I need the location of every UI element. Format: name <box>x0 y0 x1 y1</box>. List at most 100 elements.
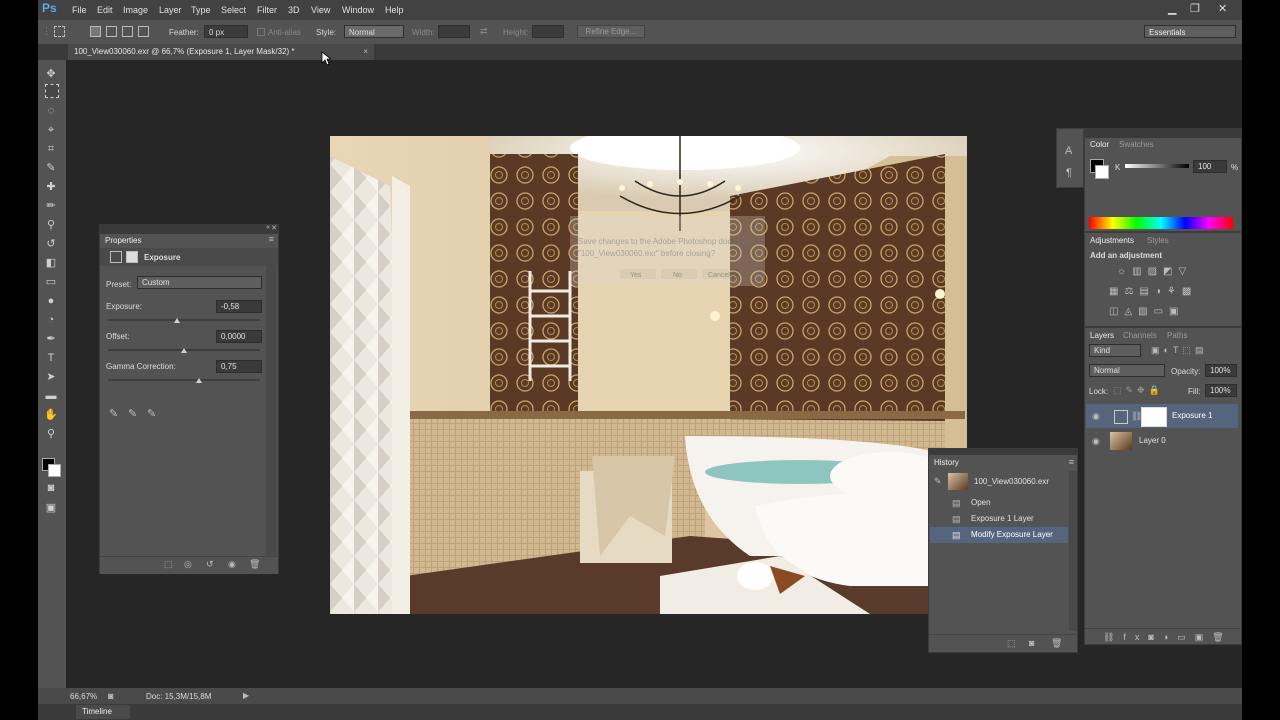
menu-help[interactable]: Help <box>385 5 404 15</box>
visibility-icon[interactable]: ◉ <box>228 559 236 570</box>
screen-mode-icon[interactable]: ▣ <box>43 500 59 516</box>
black-point-eyedropper-icon[interactable]: ✎ <box>109 407 118 420</box>
gamma-slider-thumb[interactable] <box>196 378 202 383</box>
history-item-exposure-layer[interactable]: ▤ Exposure 1 Layer <box>930 511 1068 527</box>
history-brush-icon[interactable]: ↺ <box>43 236 59 252</box>
tab-swatches[interactable]: Swatches <box>1119 138 1154 152</box>
adjustment-icons-row1[interactable]: ☼▥▨◩▽ <box>1117 266 1192 277</box>
layer-row-exposure[interactable]: ◉ ⛓ Exposure 1 <box>1086 404 1238 428</box>
paragraph-icon[interactable]: ¶ <box>1066 167 1072 179</box>
collapse-icon[interactable]: « <box>266 224 270 231</box>
layer-visibility-icon[interactable]: ◉ <box>1092 429 1100 453</box>
layer-visibility-icon[interactable]: ◉ <box>1092 404 1100 428</box>
minimize-icon[interactable]: ▁ <box>1168 2 1176 15</box>
mask-icon[interactable] <box>126 251 138 263</box>
tab-color[interactable]: Color <box>1085 138 1120 152</box>
opacity-input[interactable]: 100% <box>1205 364 1237 377</box>
dodge-tool-icon[interactable]: ◔ <box>43 312 59 328</box>
gray-point-eyedropper-icon[interactable]: ✎ <box>128 407 137 420</box>
crop-tool-icon[interactable]: ⌗ <box>43 141 59 157</box>
history-item-open[interactable]: ▤ Open <box>930 495 1068 511</box>
properties-panel-header[interactable]: « ✕ <box>100 224 278 234</box>
k-slider[interactable] <box>1125 164 1189 168</box>
menu-view[interactable]: View <box>311 5 330 15</box>
history-snapshot[interactable]: ✎ 100_View030060.exr <box>930 471 1068 493</box>
exposure-slider[interactable] <box>108 319 260 321</box>
height-input[interactable] <box>532 25 564 38</box>
menu-type[interactable]: Type <box>191 5 211 15</box>
menu-layer[interactable]: Layer <box>159 5 182 15</box>
clone-stamp-icon[interactable]: ⚲ <box>43 217 59 233</box>
history-item-modify-exposure[interactable]: ▤ Modify Exposure Layer <box>930 527 1068 543</box>
fill-input[interactable]: 100% <box>1205 384 1237 397</box>
tab-styles[interactable]: Styles <box>1147 234 1169 248</box>
tab-timeline[interactable]: Timeline <box>76 705 130 719</box>
tab-adjustments[interactable]: Adjustments <box>1085 234 1148 248</box>
gradient-tool-icon[interactable]: ▭ <box>43 274 59 290</box>
document-image[interactable]: Save changes to the Adobe Photoshop docu… <box>330 136 967 614</box>
layers-footer-icons[interactable]: ⛓fx◙◑▭▣🗑 <box>1085 628 1241 644</box>
restore-icon[interactable]: ❐ <box>1190 2 1200 15</box>
subtract-selection-icon[interactable] <box>122 26 133 37</box>
status-menu-arrow-icon[interactable]: ▶ <box>243 691 249 700</box>
clip-to-layer-icon[interactable]: ⬚ <box>164 559 173 570</box>
marquee-tool-preset-icon[interactable] <box>54 26 65 37</box>
snapshot-camera-icon[interactable]: ◙ <box>1029 638 1034 648</box>
intersect-selection-icon[interactable] <box>138 26 149 37</box>
delete-state-icon[interactable]: 🗑 <box>1051 638 1062 649</box>
status-info-icon[interactable]: ◙ <box>108 691 113 701</box>
layer-mask-thumbnail[interactable] <box>1141 407 1167 427</box>
workspace-select[interactable]: Essentials <box>1144 25 1236 38</box>
menu-edit[interactable]: Edit <box>97 5 113 15</box>
history-menu-icon[interactable]: ≡ <box>1069 457 1074 467</box>
swap-icon[interactable]: ⇄ <box>480 26 488 37</box>
quick-mask-icon[interactable]: ◙ <box>43 480 59 496</box>
color-spectrum[interactable] <box>1089 217 1233 229</box>
history-panel-header[interactable] <box>929 449 1077 455</box>
tab-layers[interactable]: Layers <box>1085 329 1124 343</box>
tab-channels[interactable]: Channels <box>1123 329 1157 343</box>
lock-icons[interactable]: ⬚✎✥🔒 <box>1113 385 1164 396</box>
layer-filter-kind[interactable]: Kind <box>1089 344 1141 357</box>
properties-scrollbar[interactable] <box>266 266 277 556</box>
tab-history[interactable]: History <box>929 456 970 470</box>
new-document-from-state-icon[interactable]: ⬚ <box>1007 638 1016 649</box>
tab-properties[interactable]: Properties <box>100 234 165 248</box>
menu-file[interactable]: File <box>72 5 87 15</box>
zoom-level[interactable]: 66,67% <box>70 692 97 701</box>
menu-window[interactable]: Window <box>342 5 374 15</box>
type-tool-icon[interactable]: T <box>43 350 59 366</box>
menu-image[interactable]: Image <box>123 5 148 15</box>
reset-icon[interactable]: ↺ <box>206 559 214 570</box>
close-panel-icon[interactable]: ✕ <box>271 224 277 232</box>
gamma-slider[interactable] <box>108 379 260 381</box>
close-tab-icon[interactable]: × <box>363 44 368 60</box>
color-background-swatch[interactable] <box>1095 165 1109 179</box>
menu-select[interactable]: Select <box>221 5 246 15</box>
brush-tool-icon[interactable]: ✏ <box>43 198 59 214</box>
eraser-tool-icon[interactable]: ◧ <box>43 255 59 271</box>
hand-tool-icon[interactable]: ✋ <box>43 407 59 423</box>
background-color-swatch[interactable] <box>48 464 61 477</box>
pen-tool-icon[interactable]: ✒ <box>43 331 59 347</box>
tab-paths[interactable]: Paths <box>1167 329 1187 343</box>
lasso-tool-icon[interactable]: ◌ <box>43 103 59 119</box>
layer-filter-icons[interactable]: ▣◐T⬚▤ <box>1151 345 1207 356</box>
add-selection-icon[interactable] <box>106 26 117 37</box>
quick-selection-icon[interactable]: ⌖ <box>43 122 59 138</box>
history-scrollbar[interactable] <box>1069 471 1077 631</box>
blend-mode-select[interactable]: Normal <box>1089 364 1165 377</box>
adjustment-icons-row3[interactable]: ◫◬▧▭▣ <box>1109 306 1184 317</box>
offset-input[interactable]: 0,0000 <box>216 330 262 343</box>
marquee-tool-icon[interactable] <box>45 84 59 98</box>
rectangle-tool-icon[interactable]: ▬ <box>43 388 59 404</box>
exposure-input[interactable]: -0,58 <box>216 300 262 313</box>
adjustment-icons-row2[interactable]: ▦⚖▤◑⚘▩ <box>1109 286 1197 297</box>
healing-brush-icon[interactable]: ✚ <box>43 179 59 195</box>
panel-menu-icon[interactable]: ≡ <box>269 234 274 244</box>
gamma-input[interactable]: 0,75 <box>216 360 262 373</box>
white-point-eyedropper-icon[interactable]: ✎ <box>147 407 156 420</box>
antialias-checkbox[interactable] <box>257 28 265 36</box>
preset-select[interactable]: Custom <box>137 276 262 289</box>
menu-3d[interactable]: 3D <box>288 5 300 15</box>
